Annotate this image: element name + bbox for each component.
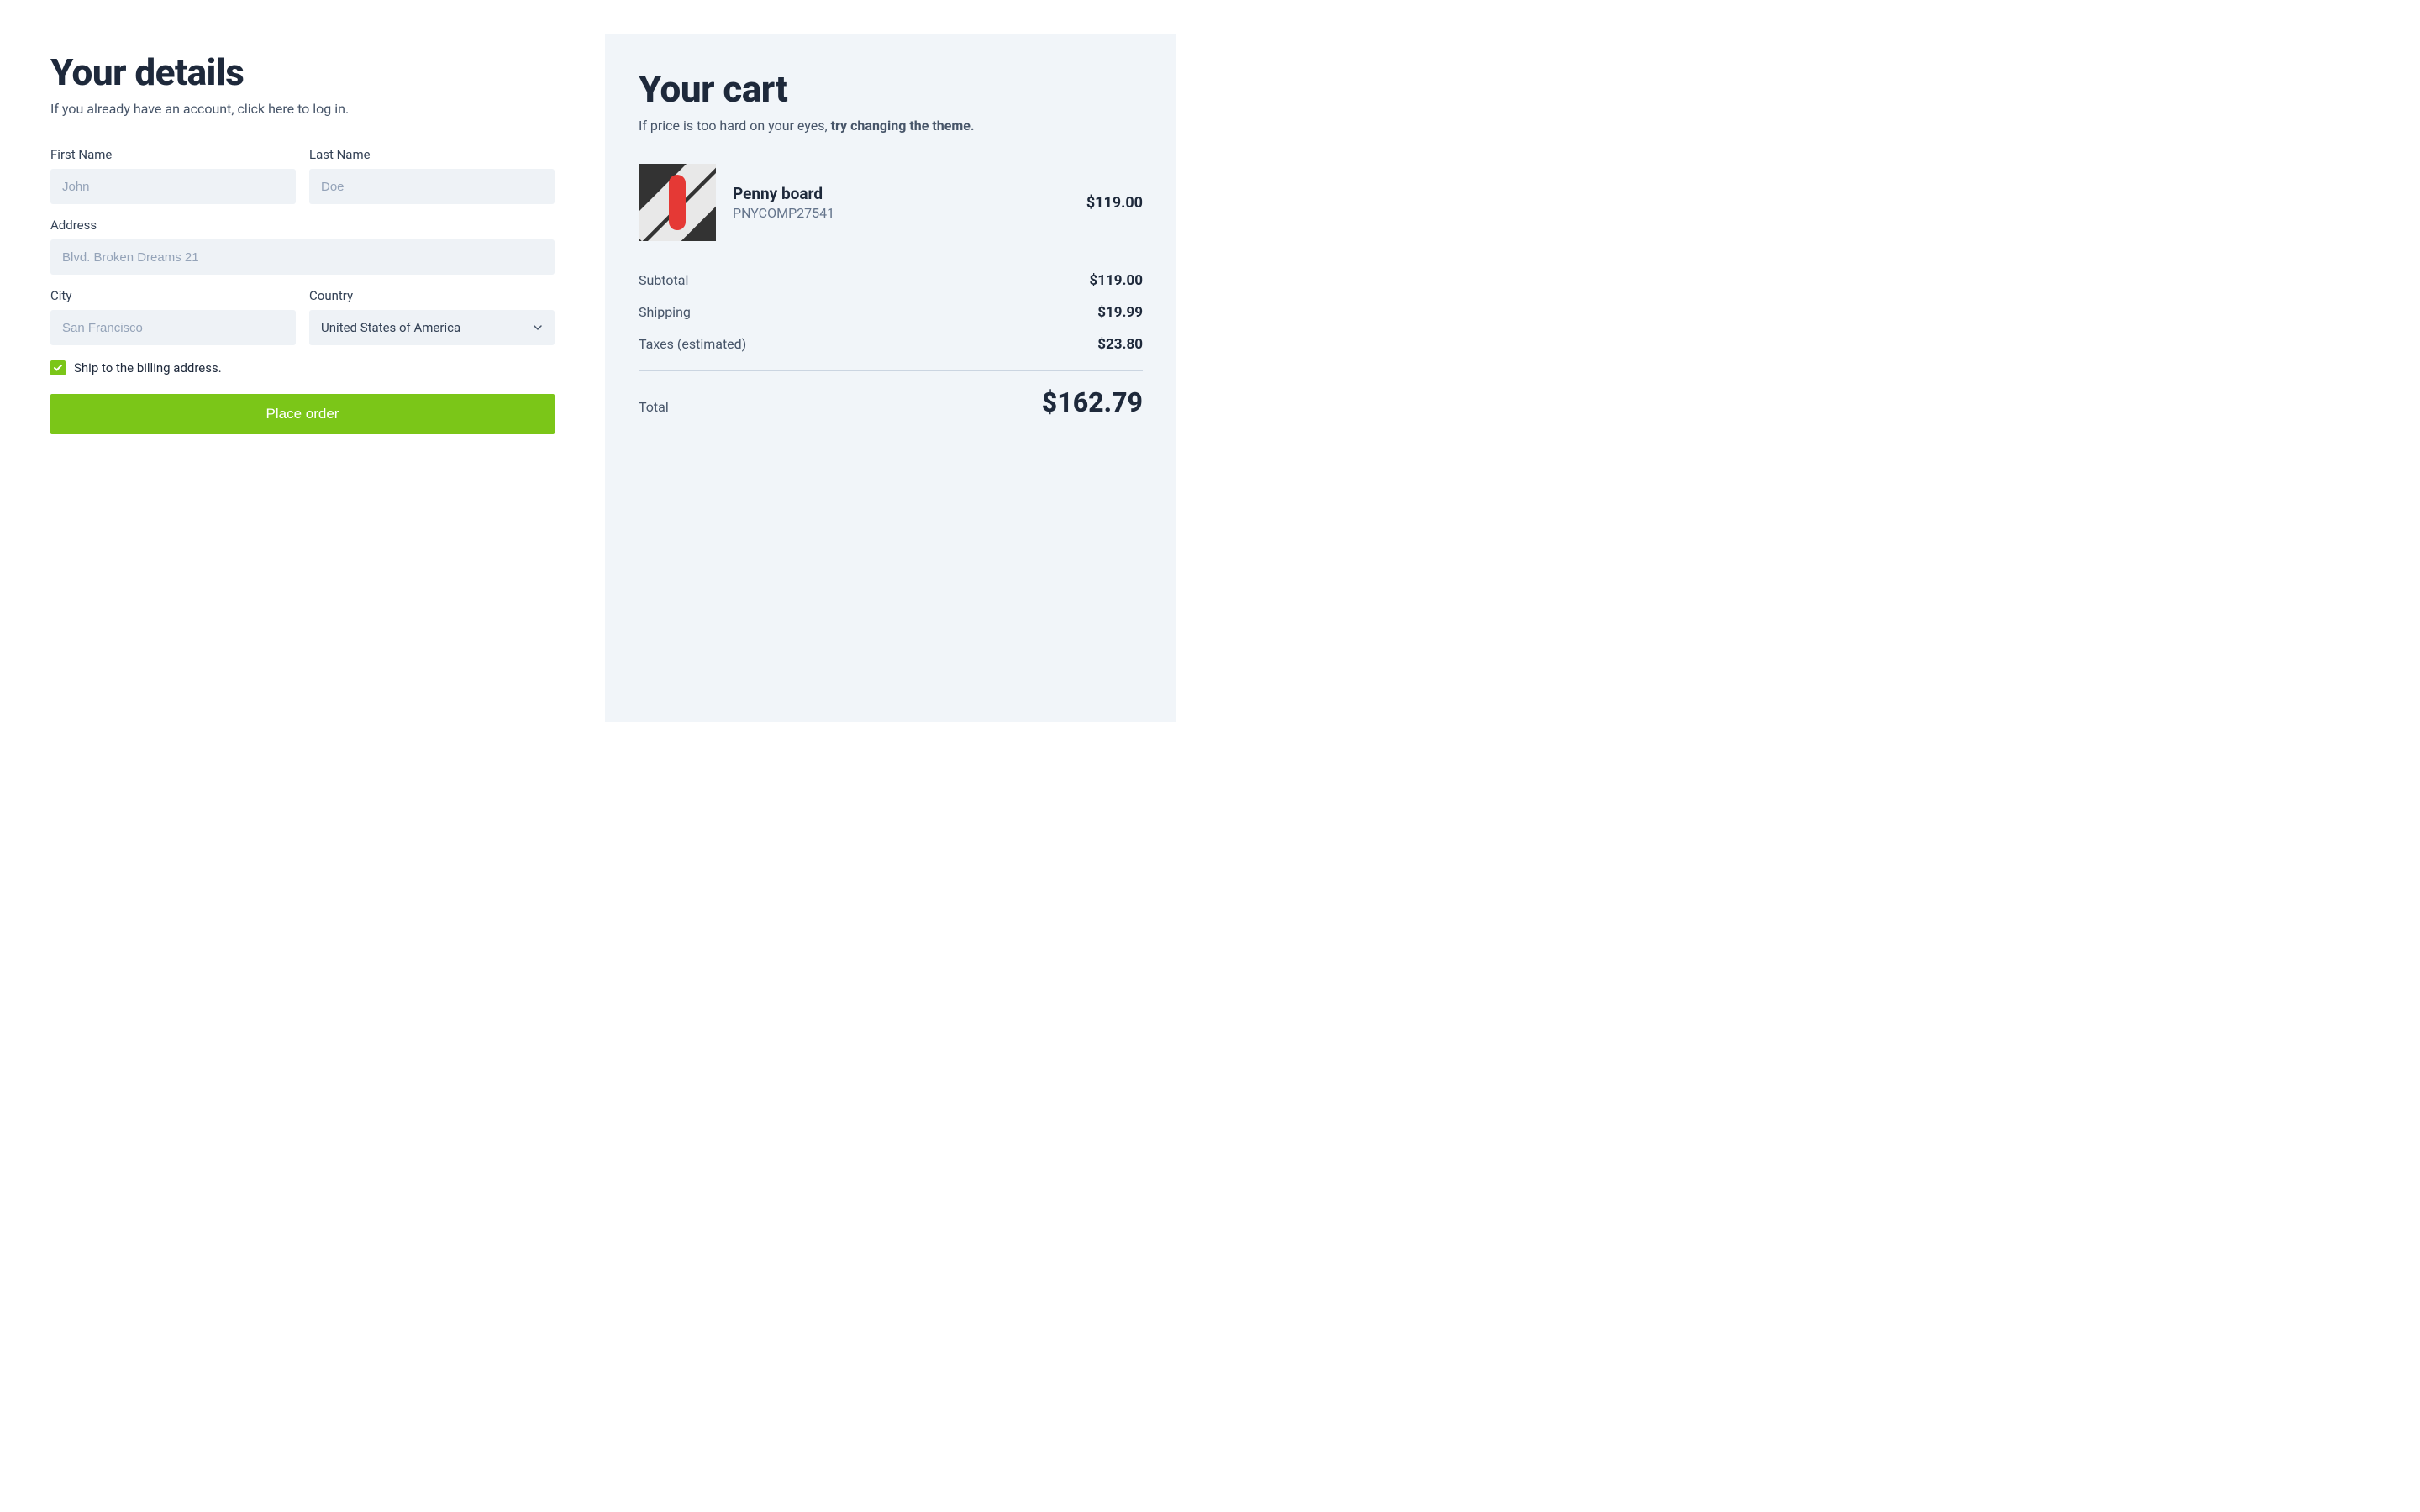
total-label: Total (639, 399, 669, 415)
taxes-value: $23.80 (1097, 336, 1143, 353)
ship-to-billing-checkbox[interactable] (50, 360, 66, 375)
product-sku: PNYCOMP27541 (733, 205, 1070, 221)
product-name: Penny board (733, 184, 1070, 203)
details-heading: Your details (50, 50, 555, 94)
total-value: $162.79 (1042, 386, 1143, 418)
shipping-label: Shipping (639, 304, 691, 320)
taxes-label: Taxes (estimated) (639, 336, 746, 352)
last-name-label: Last Name (309, 147, 555, 162)
country-label: Country (309, 288, 555, 303)
cart-item: Penny board PNYCOMP27541 $119.00 (639, 164, 1143, 241)
cart-heading: Your cart (639, 67, 1143, 111)
last-name-input[interactable] (309, 169, 555, 204)
country-value: United States of America (321, 320, 460, 335)
subtotal-label: Subtotal (639, 272, 688, 288)
address-label: Address (50, 218, 555, 233)
subtotal-value: $119.00 (1090, 272, 1143, 289)
first-name-input[interactable] (50, 169, 296, 204)
cart-subtitle: If price is too hard on your eyes, try c… (639, 118, 1143, 134)
first-name-label: First Name (50, 147, 296, 162)
product-image (639, 164, 716, 241)
check-icon (53, 363, 63, 373)
country-select[interactable]: United States of America (309, 310, 555, 345)
city-label: City (50, 288, 296, 303)
ship-to-billing-label: Ship to the billing address. (74, 360, 222, 375)
address-input[interactable] (50, 239, 555, 275)
cart-panel: Your cart If price is too hard on your e… (605, 34, 1176, 722)
theme-link[interactable]: try changing the theme. (831, 118, 975, 134)
details-panel: Your details If you already have an acco… (34, 34, 571, 722)
shipping-value: $19.99 (1097, 304, 1143, 321)
place-order-button[interactable]: Place order (50, 394, 555, 434)
chevron-down-icon (533, 323, 543, 333)
divider (639, 370, 1143, 371)
details-subtitle[interactable]: If you already have an account, click he… (50, 101, 555, 117)
product-price: $119.00 (1086, 194, 1143, 212)
city-input[interactable] (50, 310, 296, 345)
